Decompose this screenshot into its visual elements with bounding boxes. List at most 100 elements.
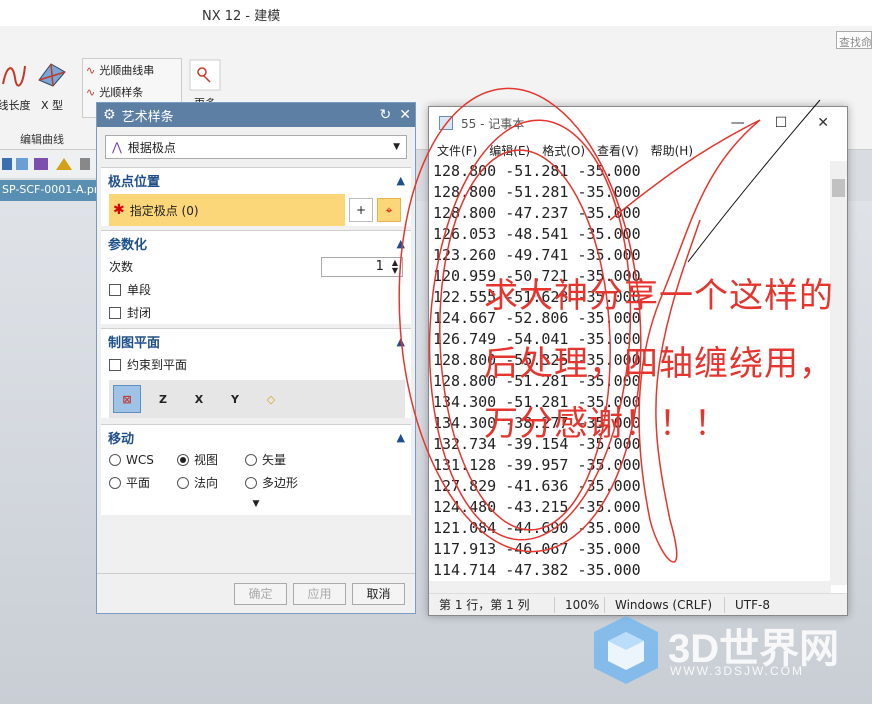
chevron-up-icon: ▲ [396, 173, 405, 187]
apply-button[interactable]: 应用 [293, 582, 346, 605]
text-line: 126.053 -48.541 -35.000 [433, 225, 641, 243]
chevron-up-icon: ▲ [396, 334, 405, 348]
watermark-url: WWW.3DSJW.COM [670, 664, 804, 678]
move-option-wcs[interactable]: WCS [109, 451, 177, 468]
curve-length-label: 线长度 [0, 99, 31, 112]
section-title: 移动 [108, 431, 135, 447]
expand-more-icon[interactable]: ▼ [101, 499, 411, 515]
text-line: 127.829 -41.636 -35.000 [433, 477, 641, 495]
fairing-spline-label: 光顺样条 [99, 86, 144, 99]
ok-button[interactable]: 确定 [234, 582, 287, 605]
text-line: 128.800 -47.237 -35.000 [433, 204, 641, 222]
close-icon[interactable]: ✕ [399, 107, 411, 123]
curve-length-icon [2, 65, 26, 87]
annotation-line-1: 求大神分享一个这样的 [484, 276, 834, 316]
x-type-button[interactable]: X 型 [34, 60, 70, 113]
menu-format[interactable]: 格式(O) [542, 142, 585, 159]
checkbox-box [109, 358, 121, 371]
parameterization-header[interactable]: 参数化 ▲ [101, 231, 411, 255]
move-header[interactable]: 移动 ▲ [101, 425, 411, 449]
notepad-menu-bar: 文件(F) 编辑(E) 格式(O) 查看(V) 帮助(H) [429, 139, 847, 161]
drawing-plane-section: 制图平面 ▲ 约束到平面 ⊠ Z X Y ◇ [101, 328, 411, 418]
x-type-icon [38, 63, 66, 87]
fairing-spline-button[interactable]: ∿ 光顺样条 [86, 84, 143, 100]
cancel-button[interactable]: 取消 [352, 582, 405, 605]
toolbar-icons[interactable] [0, 150, 96, 178]
annotation-line-2: 后处理，四轴缠绕用， [484, 344, 834, 384]
text-line: 123.260 -49.741 -35.000 [433, 246, 641, 264]
type-dropdown[interactable]: ⋀ 根据极点 ▼ [105, 135, 407, 159]
menu-view[interactable]: 查看(V) [597, 142, 639, 159]
art-spline-dialog: ⚙ 艺术样条 ↻ ✕ ⋀ 根据极点 ▼ 极点位置 ▲ ✱ 指定极点 (0) + … [96, 102, 416, 614]
specify-pole-field[interactable]: ✱ 指定极点 (0) [109, 194, 345, 226]
x-type-label: X 型 [40, 99, 64, 112]
section-title: 极点位置 [108, 174, 161, 190]
move-option-plane[interactable]: 平面 [109, 474, 177, 491]
point-dialog-button[interactable]: + [349, 198, 373, 222]
fairing-spline-icon: ∿ [86, 85, 96, 99]
required-star-icon: ✱ [113, 202, 125, 218]
custom-plane-icon[interactable]: ◇ [257, 385, 285, 413]
menu-file[interactable]: 文件(F) [437, 142, 477, 159]
x-plane-icon[interactable]: X [185, 385, 213, 413]
z-plane-icon[interactable]: Z [149, 385, 177, 413]
type-value: 根据极点 [127, 140, 176, 155]
parameterization-section: 参数化 ▲ 次数 1 ▲ ▼ 单段 封闭 [101, 230, 411, 324]
text-line: 121.084 -44.690 -35.000 [433, 519, 641, 537]
point-plus-icon: + [355, 203, 367, 217]
notepad-title: 55 - 记事本 [461, 116, 525, 131]
watermark-cube-icon [594, 616, 658, 684]
reset-icon[interactable]: ↻ [380, 107, 392, 123]
ribbon-group-label: 编辑曲线 [20, 133, 64, 146]
move-option-vector[interactable]: 矢量 [245, 451, 325, 468]
pole-type-icon: ⋀ [112, 140, 122, 154]
maximize-icon[interactable]: ☐ [775, 115, 788, 131]
cursor-position: 第 1 行，第 1 列 [429, 596, 555, 613]
crosshair-icon: ⌖ [385, 202, 393, 217]
view-plane-icon[interactable]: ⊠ [113, 385, 141, 413]
constrain-label: 约束到平面 [127, 358, 188, 372]
move-section: 移动 ▲ WCS 视图 矢量 平面 法向 多边形 [101, 424, 411, 499]
point-snap-button[interactable]: ⌖ [377, 198, 401, 222]
zoom-level: 100% [555, 596, 605, 613]
dialog-title: 艺术样条 [121, 109, 174, 125]
spin-arrows-icon[interactable]: ▲ ▼ [392, 258, 398, 275]
gear-icon: ⚙ [103, 107, 116, 123]
pole-position-header[interactable]: 极点位置 ▲ [101, 168, 411, 192]
move-option-normal[interactable]: 法向 [177, 474, 245, 491]
dialog-footer: 确定 应用 取消 [97, 573, 415, 613]
text-line: 131.128 -39.957 -35.000 [433, 456, 641, 474]
scroll-thumb[interactable] [832, 179, 845, 197]
nx-quick-toolbar [0, 150, 96, 178]
minimize-icon[interactable]: — [731, 115, 745, 131]
text-line: 117.913 -46.067 -35.000 [433, 540, 641, 558]
single-segment-checkbox[interactable]: 单段 [101, 278, 411, 301]
dialog-title-bar: ⚙ 艺术样条 ↻ ✕ [97, 103, 415, 127]
close-icon[interactable]: ✕ [817, 115, 829, 131]
text-line: 124.480 -43.215 -35.000 [433, 498, 641, 516]
y-plane-icon[interactable]: Y [221, 385, 249, 413]
pole-position-section: 极点位置 ▲ ✱ 指定极点 (0) + ⌖ [101, 167, 411, 226]
specify-pole-label: 指定极点 (0) [129, 203, 199, 218]
closed-checkbox[interactable]: 封闭 [101, 301, 411, 324]
menu-help[interactable]: 帮助(H) [651, 142, 693, 159]
section-title: 参数化 [108, 237, 148, 253]
constrain-to-plane-checkbox[interactable]: 约束到平面 [101, 353, 411, 376]
notepad-title-bar: 55 - 记事本 — ☐ ✕ [429, 107, 847, 139]
file-tab[interactable]: SP-SCF-0001-A.prt [0, 180, 96, 201]
fairing-curve-button[interactable]: ∿ 光顺曲线串 [86, 62, 154, 78]
move-option-view[interactable]: 视图 [177, 451, 245, 468]
move-option-polygon[interactable]: 多边形 [245, 474, 325, 491]
text-line: 114.714 -47.382 -35.000 [433, 561, 641, 579]
fairing-curve-icon: ∿ [86, 63, 96, 77]
text-line: 128.800 -51.281 -35.000 [433, 162, 641, 180]
menu-edit[interactable]: 编辑(E) [489, 142, 530, 159]
command-search-input[interactable]: 查找命令 [836, 31, 872, 49]
notepad-icon [439, 116, 453, 130]
chevron-up-icon: ▲ [396, 236, 405, 250]
drawing-plane-header[interactable]: 制图平面 ▲ [101, 329, 411, 353]
nx-window-title: NX 12 - 建模 [202, 9, 281, 24]
annotation-line-3: 万分感谢！！！ [484, 404, 729, 444]
degree-stepper[interactable]: 1 ▲ ▼ [321, 256, 403, 277]
curve-length-button[interactable]: 线长度 [0, 60, 34, 113]
